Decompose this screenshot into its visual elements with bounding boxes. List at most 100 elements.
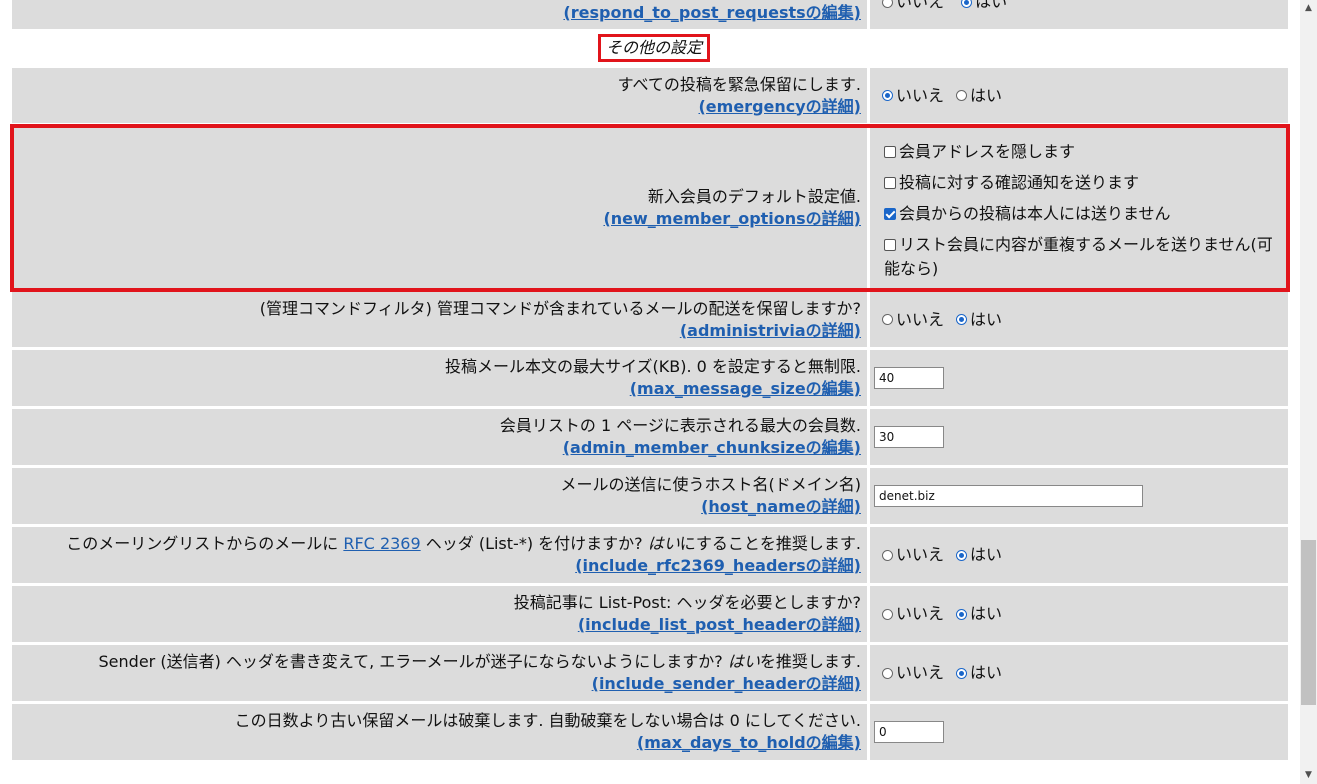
include-sender-header-link[interactable]: (include_sender_headerの詳細)	[592, 673, 861, 695]
radio-yes[interactable]	[956, 314, 968, 325]
new-member-options-link[interactable]: (new_member_optionsの詳細)	[603, 208, 861, 230]
emergency-link[interactable]: (emergencyの詳細)	[698, 96, 861, 118]
option-yes[interactable]: はい	[956, 310, 1002, 330]
option-no[interactable]: いいえ	[882, 604, 944, 624]
row-label: すべての投稿を緊急保留にします.	[617, 74, 861, 94]
option-no[interactable]: いいえ	[882, 86, 944, 106]
radio-yes[interactable]	[956, 608, 968, 620]
row-label: この日数より古い保留メールは破棄します. 自動破棄をしない場合は 0 にしてくだ…	[234, 711, 861, 730]
option-yes-label: はい	[970, 85, 1003, 105]
include-list-post-header-link[interactable]: (include_list_post_headerの詳細)	[578, 614, 861, 636]
row-label-cell: (respond_to_post_requestsの編集)	[12, 0, 867, 29]
admin-member-chunksize-row: 会員リストの 1 ページに表示される最大の会員数. (admin_member_…	[12, 409, 1288, 465]
respond-to-post-requests-link[interactable]: (respond_to_post_requestsの編集)	[563, 2, 861, 24]
option-yes[interactable]: はい	[956, 86, 1002, 106]
radio-no[interactable]	[882, 0, 893, 8]
vertical-scrollbar[interactable]: ▲ ▼	[1300, 0, 1317, 784]
radio-yes[interactable]	[961, 0, 973, 8]
row-value-cell: いいえ はい	[870, 586, 1288, 642]
option-yes[interactable]: はい	[956, 604, 1002, 624]
admin-member-chunksize-input[interactable]: 30	[874, 426, 944, 448]
scroll-down-arrow-icon[interactable]: ▼	[1300, 767, 1317, 784]
admin-member-chunksize-link[interactable]: (admin_member_chunksizeの編集)	[563, 437, 861, 459]
row-value-cell: いいえ はい	[870, 292, 1288, 347]
row-label-cell: 新入会員のデフォルト設定値. (new_member_optionsの詳細)	[12, 126, 867, 290]
administrivia-link[interactable]: (administriviaの詳細)	[680, 320, 861, 342]
label-emphasis: はい	[647, 534, 680, 553]
radio-yes[interactable]	[956, 90, 968, 101]
row-label-cell: 投稿記事に List-Post: ヘッダを必要としますか? (include_l…	[12, 586, 867, 642]
checkbox-label: 投稿に対する確認通知を送ります	[899, 172, 1140, 192]
row-label-cell: このメーリングリストからのメールに RFC 2369 ヘッダ (List-*) …	[12, 527, 867, 583]
host-name-input[interactable]: denet.biz	[874, 485, 1143, 507]
option-yes[interactable]: はい	[961, 0, 1007, 12]
radio-no[interactable]	[882, 549, 893, 561]
row-label-cell: メールの送信に使うホスト名(ドメイン名) (host_nameの詳細)	[12, 468, 867, 524]
option-yes-label: はい	[970, 309, 1003, 329]
no-dupes-checkbox[interactable]	[884, 239, 896, 251]
option-yes-label: はい	[970, 663, 1003, 682]
row-label: 投稿メール本文の最大サイズ(KB). 0 を設定すると無制限.	[445, 357, 861, 376]
not-me-too-checkbox[interactable]	[884, 208, 896, 220]
option-no[interactable]: いいえ	[882, 310, 944, 330]
host-name-link[interactable]: (host_nameの詳細)	[701, 496, 861, 518]
checkbox-label: リスト会員に内容が重複するメールを送りません(可	[899, 234, 1273, 254]
rfc2369-link[interactable]: RFC 2369	[343, 534, 420, 553]
label-text: を推奨します.	[759, 652, 861, 671]
radio-no[interactable]	[882, 667, 893, 679]
checkbox-label-cont: 能なら)	[884, 258, 939, 278]
option-yes-label: はい	[975, 0, 1008, 11]
row-value-cell: いいえ はい	[870, 68, 1288, 123]
label-text: ヘッダ (List-*) を付けますか?	[420, 534, 648, 553]
row-label-cell: Sender (送信者) ヘッダを書き変えて, エラーメールが迷子にならないよう…	[12, 645, 867, 701]
option-no[interactable]: いいえ	[882, 663, 944, 683]
include-rfc2369-headers-link[interactable]: (include_rfc2369_headersの詳細)	[575, 555, 861, 577]
ack-checkbox[interactable]	[884, 177, 896, 189]
hide-address-checkbox[interactable]	[884, 146, 896, 158]
option-no[interactable]: いいえ	[882, 0, 944, 12]
row-label-cell: この日数より古い保留メールは破棄します. 自動破棄をしない場合は 0 にしてくだ…	[12, 704, 867, 760]
row-value-cell: いいえ はい	[870, 645, 1288, 701]
checkbox-item[interactable]: 投稿に対する確認通知を送ります	[884, 167, 1288, 198]
row-value-cell: いいえ はい	[870, 527, 1288, 583]
max-days-to-hold-input[interactable]: 0	[874, 721, 944, 743]
option-yes-label: はい	[970, 545, 1003, 564]
radio-no[interactable]	[882, 608, 893, 620]
option-no-label: いいえ	[896, 604, 945, 623]
checkbox-label: 会員からの投稿は本人には送りません	[899, 203, 1171, 223]
option-yes[interactable]: はい	[956, 663, 1002, 683]
row-value-cell: 0	[870, 704, 1288, 760]
option-yes-label: はい	[970, 604, 1003, 623]
max-days-to-hold-link[interactable]: (max_days_to_holdの編集)	[637, 732, 861, 754]
option-no[interactable]: いいえ	[882, 545, 944, 565]
radio-yes[interactable]	[956, 549, 968, 561]
max-message-size-input[interactable]: 40	[874, 367, 944, 389]
checkbox-item[interactable]: 会員アドレスを隠します	[884, 136, 1288, 167]
include-list-post-header-row: 投稿記事に List-Post: ヘッダを必要としますか? (include_l…	[12, 586, 1288, 642]
max-message-size-link[interactable]: (max_message_sizeの編集)	[630, 378, 861, 400]
label-text: このメーリングリストからのメールに	[66, 534, 344, 553]
radio-no[interactable]	[882, 90, 893, 101]
scroll-up-arrow-icon[interactable]: ▲	[1300, 0, 1317, 17]
row-value-cell: 40	[870, 350, 1288, 406]
row-label-cell: (管理コマンドフィルタ) 管理コマンドが含まれているメールの配送を保留しますか?…	[12, 292, 867, 347]
checkbox-item[interactable]: リスト会員に内容が重複するメールを送りません(可能なら)	[884, 233, 1288, 281]
label-text: Sender (送信者) ヘッダを書き変えて, エラーメールが迷子にならないよう…	[98, 652, 728, 671]
option-no-label: いいえ	[896, 0, 945, 11]
row-value-cell: いいえ はい	[870, 0, 1288, 29]
radio-yes[interactable]	[956, 667, 968, 679]
label-text: にすることを推奨します.	[679, 534, 861, 553]
emergency-row: すべての投稿を緊急保留にします. (emergencyの詳細) いいえ はい	[12, 68, 1288, 123]
scrollbar-thumb[interactable]	[1301, 540, 1316, 705]
checkbox-label: 会員アドレスを隠します	[899, 141, 1076, 161]
max-message-size-row: 投稿メール本文の最大サイズ(KB). 0 を設定すると無制限. (max_mes…	[12, 350, 1288, 406]
option-yes[interactable]: はい	[956, 545, 1002, 565]
row-label: メールの送信に使うホスト名(ドメイン名)	[560, 475, 862, 494]
include-rfc2369-headers-row: このメーリングリストからのメールに RFC 2369 ヘッダ (List-*) …	[12, 527, 1288, 583]
radio-no[interactable]	[882, 314, 893, 325]
checkbox-item[interactable]: 会員からの投稿は本人には送りません	[884, 198, 1288, 229]
include-sender-header-row: Sender (送信者) ヘッダを書き変えて, エラーメールが迷子にならないよう…	[12, 645, 1288, 701]
row-value-cell: 会員アドレスを隠します 投稿に対する確認通知を送ります 会員からの投稿は本人には…	[870, 126, 1288, 290]
row-label: 投稿記事に List-Post: ヘッダを必要としますか?	[513, 593, 861, 612]
row-label: Sender (送信者) ヘッダを書き変えて, エラーメールが迷子にならないよう…	[99, 651, 861, 673]
